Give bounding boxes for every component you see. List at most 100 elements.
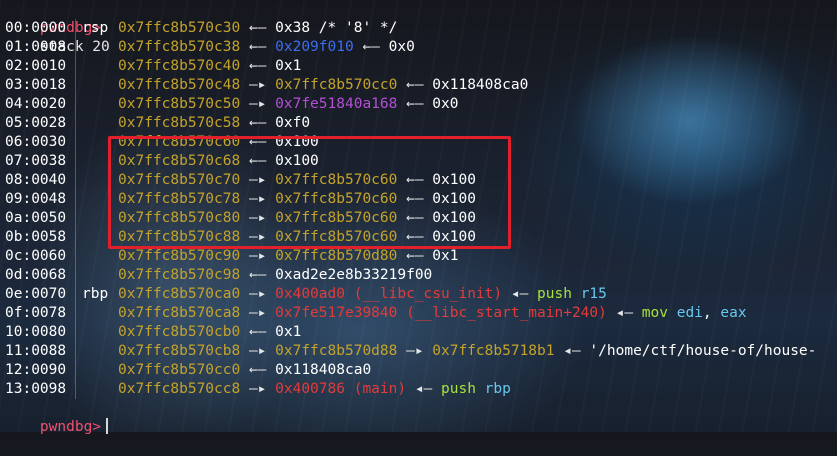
stack-value: 0x7fe51840a168 xyxy=(275,96,398,112)
column-divider xyxy=(75,323,76,342)
stack-value: 0x0 xyxy=(388,39,415,55)
command-line: pwndbg> stack 20 xyxy=(5,0,837,55)
stack-value: 0x7ffc8b570ca8 xyxy=(118,305,241,321)
column-divider xyxy=(75,380,76,399)
stack-value: 0xad2e2e8b33219f00 xyxy=(275,267,433,283)
stack-row: 0d:0068 0x7ffc8b570c98 ←— 0xad2e2e8b33219… xyxy=(5,266,837,285)
pointer-arrow: ←— xyxy=(240,115,276,131)
column-divider xyxy=(75,342,76,361)
stack-offset: 09:0048 xyxy=(5,191,67,207)
prompt: pwndbg> xyxy=(39,419,102,435)
column-divider xyxy=(75,247,76,266)
stack-row: 0c:0060 0x7ffc8b570c90 —▸ 0x7ffc8b570d80 … xyxy=(5,247,837,266)
stack-offset: 12:0090 xyxy=(5,362,67,378)
column-divider xyxy=(75,190,76,209)
column-divider xyxy=(75,228,76,247)
pointer-arrow: ←— xyxy=(397,248,433,264)
stack-value: 0x7ffc8b570cb0 xyxy=(118,324,241,340)
stack-offset: 05:0028 xyxy=(5,115,67,131)
stack-offset: 06:0030 xyxy=(5,134,67,150)
stack-offset: 11:0088 xyxy=(5,343,67,359)
column-divider xyxy=(75,209,76,228)
stack-value: 0x118408ca0 xyxy=(275,362,372,378)
stack-row: 12:0090 0x7ffc8b570cc0 ←— 0x118408ca0 xyxy=(5,361,837,380)
pointer-arrow: ◂— xyxy=(554,343,590,359)
stack-offset: 0c:0060 xyxy=(5,248,67,264)
stack-value: 0x209f010 xyxy=(275,39,354,55)
pointer-arrow: ←— xyxy=(240,58,276,74)
stack-value: 0x118408ca0 xyxy=(432,77,529,93)
stack-row: 11:0088 0x7ffc8b570cb8 —▸ 0x7ffc8b570d88 … xyxy=(5,342,837,361)
stack-offset: 13:0098 xyxy=(5,381,67,397)
stack-value: 0x7ffc8b570c98 xyxy=(118,267,241,283)
pointer-arrow: ←— xyxy=(240,267,276,283)
stack-row: 05:0028 0x7ffc8b570c58 ←— 0xf0 xyxy=(5,114,837,133)
stack-value: 0x7ffc8b570c40 xyxy=(118,58,241,74)
stack-value: 0x38 /* '8' */ xyxy=(275,20,398,36)
stack-offset: 00:0000 xyxy=(5,20,67,36)
pointer-arrow: ←— xyxy=(353,39,389,55)
stack-row: 0f:0078 0x7ffc8b570ca8 —▸ 0x7fe517e39840 … xyxy=(5,304,837,323)
stack-value: 0x0 xyxy=(432,96,459,112)
column-divider xyxy=(75,114,76,133)
column-divider xyxy=(75,38,76,57)
stack-value: 0x1 xyxy=(275,58,302,74)
stack-value: , xyxy=(702,305,721,321)
stack-value: 0x1 xyxy=(432,248,459,264)
stack-offset: 0b:0058 xyxy=(5,229,67,245)
column-divider xyxy=(75,19,76,38)
column-divider xyxy=(75,152,76,171)
stack-value: 0x400ad0 (__libc_csu_init) xyxy=(275,286,503,302)
stack-value: 0x7ffc8b570cc0 xyxy=(275,77,398,93)
stack-value: 0x7ffc8b5718b1 xyxy=(432,343,555,359)
pointer-arrow: ◂— xyxy=(406,381,442,397)
stack-offset: 0f:0078 xyxy=(5,305,67,321)
instruction-token: edi xyxy=(676,305,703,321)
stack-value: '/home/ctf/house-of/house- xyxy=(589,343,817,359)
pointer-arrow: ←— xyxy=(240,39,276,55)
stack-value: 0x400786 (main) xyxy=(275,381,407,397)
instruction-token: mov xyxy=(641,305,677,321)
pointer-arrow: ←— xyxy=(397,96,433,112)
stack-value: 0x7ffc8b570c30 xyxy=(118,20,241,36)
stack-row: 02:0010 0x7ffc8b570c40 ←— 0x1 xyxy=(5,57,837,76)
stack-value: 0x7ffc8b570c90 xyxy=(118,248,241,264)
pointer-arrow: —▸ xyxy=(397,343,433,359)
register-label: rsp xyxy=(82,20,109,36)
stack-row: 03:0018 0x7ffc8b570c48 —▸ 0x7ffc8b570cc0 … xyxy=(5,76,837,95)
stack-value: 0x7ffc8b570cb8 xyxy=(118,343,241,359)
stack-value: 0x7ffc8b570c48 xyxy=(118,77,241,93)
pointer-arrow: —▸ xyxy=(240,305,276,321)
pointer-arrow: —▸ xyxy=(240,343,276,359)
pointer-arrow: —▸ xyxy=(240,77,276,93)
stack-row: 13:0098 0x7ffc8b570cc8 —▸ 0x400786 (main)… xyxy=(5,380,837,399)
column-divider xyxy=(75,171,76,190)
stack-offset: 0d:0068 xyxy=(5,267,67,283)
stack-value: 0x7ffc8b570c38 xyxy=(118,39,241,55)
pointer-arrow: ←— xyxy=(240,20,276,36)
instruction-token: rbp xyxy=(484,381,511,397)
stack-row: 10:0080 0x7ffc8b570cb0 ←— 0x1 xyxy=(5,323,837,342)
pointer-arrow: —▸ xyxy=(240,381,276,397)
stack-row: 00:0000 rsp 0x7ffc8b570c30 ←— 0x38 /* '8' … xyxy=(5,19,837,38)
stack-offset: 0e:0070 xyxy=(5,286,67,302)
highlight-box xyxy=(108,136,511,249)
stack-offset: 03:0018 xyxy=(5,77,67,93)
column-divider xyxy=(75,266,76,285)
stack-offset: 07:0038 xyxy=(5,153,67,169)
stack-offset: 02:0010 xyxy=(5,58,67,74)
instruction-token: eax xyxy=(720,305,747,321)
column-divider xyxy=(75,361,76,380)
stack-value: 0x7ffc8b570c50 xyxy=(118,96,241,112)
stack-value: 0x7fe517e39840 (__libc_start_main+240) xyxy=(275,305,607,321)
pointer-arrow: —▸ xyxy=(240,286,276,302)
instruction-token: r15 xyxy=(580,286,607,302)
stack-offset: 10:0080 xyxy=(5,324,67,340)
stack-value: 0x7ffc8b570c58 xyxy=(118,115,241,131)
instruction-token: push xyxy=(537,286,581,302)
input-line[interactable]: pwndbg> xyxy=(5,399,837,435)
column-divider xyxy=(75,95,76,114)
column-divider xyxy=(75,304,76,323)
column-divider xyxy=(75,76,76,95)
pointer-arrow: ←— xyxy=(240,324,276,340)
